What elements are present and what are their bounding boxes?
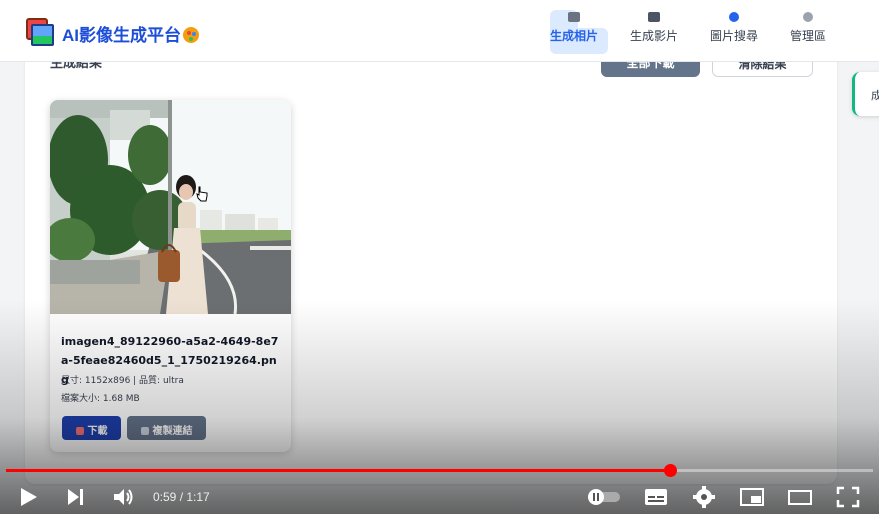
autoplay-toggle-icon[interactable] (586, 488, 622, 506)
gear-icon (803, 12, 813, 22)
nav-item-label: 生成影片 (630, 29, 679, 43)
result-card: imagen4_89122960-a5a2-4649-8e7a-5feae824… (50, 100, 291, 452)
generated-image[interactable] (50, 100, 291, 314)
side-tab[interactable]: 成 (852, 72, 879, 116)
fullscreen-icon[interactable] (836, 486, 860, 508)
progress-played (6, 469, 671, 472)
theater-mode-icon[interactable] (787, 487, 813, 507)
next-icon[interactable] (66, 486, 86, 508)
nav-item-label: 圖片搜尋 (710, 29, 759, 43)
top-navigation-bar: AI影像生成平台 生成相片 生成影片 圖片搜尋 管理區 (0, 0, 879, 62)
nav-item-admin[interactable]: 管理區 (790, 12, 826, 44)
copy-link-button-label: 複製連結 (152, 426, 193, 437)
app-logo-icon (26, 18, 54, 46)
time-display: 0:59 / 1:17 (153, 490, 210, 504)
app-title-text: AI影像生成平台 (62, 26, 181, 45)
clapper-icon (648, 12, 660, 22)
player-controls: 0:59 / 1:17 (0, 480, 879, 514)
nav-item-label: 生成相片 (550, 29, 599, 43)
subtitles-icon[interactable] (644, 488, 668, 506)
nav-item-image-search[interactable]: 圖片搜尋 (710, 12, 758, 44)
image-size-quality: 尺寸: 1152x896 | 品質: ultra (61, 376, 184, 386)
progress-bar[interactable] (6, 464, 873, 477)
download-icon (75, 427, 84, 435)
nav-item-generate-photo[interactable]: 生成相片 (550, 12, 598, 44)
miniplayer-icon[interactable] (739, 487, 765, 507)
app-title: AI影像生成平台 (62, 21, 199, 46)
duration: 1:17 (186, 490, 210, 504)
play-icon[interactable] (19, 486, 39, 508)
settings-gear-icon[interactable] (693, 486, 715, 508)
image-file-size: 檔案大小: 1.68 MB (61, 394, 140, 404)
copy-link-button[interactable]: 複製連結 (127, 416, 206, 440)
hand-cursor-icon (196, 186, 208, 202)
current-time: 0:59 (153, 490, 177, 504)
volume-icon[interactable] (112, 486, 136, 508)
nav-item-label: 管理區 (790, 29, 827, 43)
download-button[interactable]: 下載 (62, 416, 121, 440)
palette-icon (183, 27, 199, 43)
time-separator: / (176, 490, 187, 504)
nav-item-generate-video[interactable]: 生成影片 (630, 12, 678, 44)
link-icon (140, 427, 149, 435)
download-button-label: 下載 (87, 426, 108, 437)
magnifier-icon (729, 12, 739, 22)
camera-icon (568, 12, 580, 22)
